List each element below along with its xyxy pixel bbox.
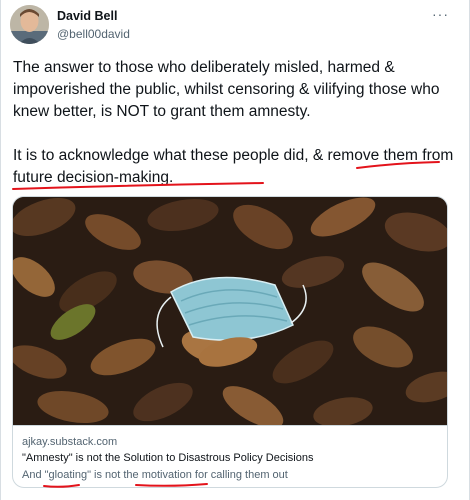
link-card[interactable]: ajkay.substack.com "Amnesty" is not the … <box>12 196 448 488</box>
card-image <box>13 197 447 428</box>
tweet-paragraph-2: It is to acknowledge what these people d… <box>13 145 463 189</box>
card-meta: ajkay.substack.com "Amnesty" is not the … <box>13 425 447 487</box>
avatar-photo <box>10 5 49 44</box>
card-domain: ajkay.substack.com <box>22 436 118 448</box>
card-title: "Amnesty" is not the Solution to Disastr… <box>22 452 314 464</box>
tweet-paragraph-2-plain: It is to acknowledge what these people d… <box>13 147 313 164</box>
tweet-paragraph-1: The answer to those who deliberately mis… <box>13 59 440 120</box>
author-name[interactable]: David Bell <box>57 9 117 23</box>
more-horizontal-icon[interactable]: ··· <box>432 6 449 22</box>
author-handle[interactable]: @bell00david <box>57 27 130 41</box>
tweet-card: David Bell @bell00david ··· The answer t… <box>0 0 470 500</box>
dead-leaves-mask-photo <box>13 197 447 428</box>
avatar[interactable] <box>10 5 49 44</box>
card-description: And "gloating" is not the motivation for… <box>22 469 288 481</box>
tweet-text: The answer to those who deliberately mis… <box>13 57 463 189</box>
